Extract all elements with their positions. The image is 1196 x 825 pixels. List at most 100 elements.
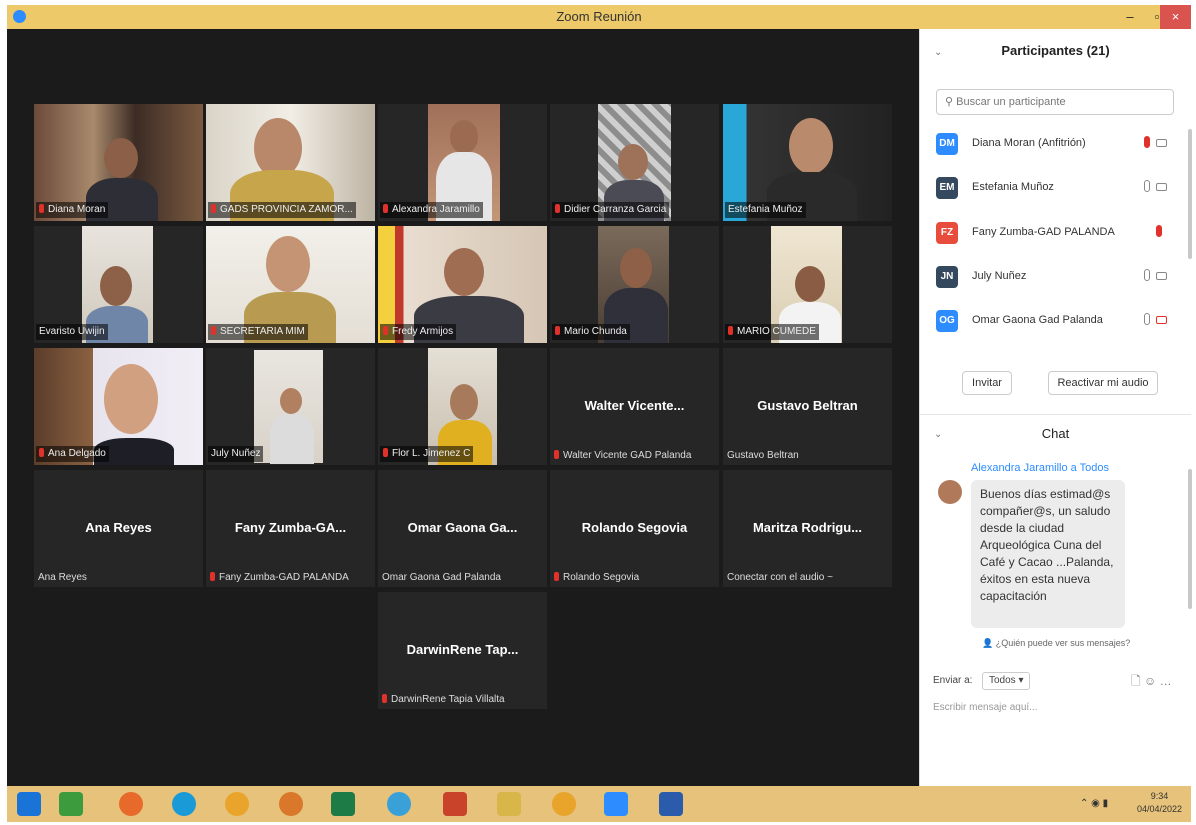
emoji-icon[interactable]: ☺ [1144, 674, 1156, 688]
participant-name: Fany Zumba-GAD PALANDA [972, 226, 1115, 238]
participant-name-tag: Ana Delgado [36, 446, 109, 462]
participant-row[interactable]: OG Omar Gaona Gad Palanda [936, 308, 1176, 334]
audio-only-tile[interactable]: Fany Zumba-GA... Fany Zumba-GAD PALANDA [206, 470, 375, 587]
edge-icon[interactable] [172, 792, 196, 816]
chrome-icon[interactable] [552, 792, 576, 816]
muted-mic-icon [39, 448, 44, 457]
audio-only-tile[interactable]: DarwinRene Tap... DarwinRene Tapia Villa… [378, 592, 547, 709]
video-tile[interactable]: Diana Moran [34, 104, 203, 221]
video-tile-active-speaker[interactable]: July Nuñez [206, 348, 375, 465]
muted-mic-icon [554, 572, 559, 581]
video-tile[interactable]: Estefania Muñoz [723, 104, 892, 221]
muted-mic-icon [211, 326, 216, 335]
invite-button[interactable]: Invitar [962, 371, 1012, 395]
word-icon[interactable] [659, 792, 683, 816]
explorer-icon[interactable] [497, 792, 521, 816]
participant-display-name: Walter Vicente... [584, 398, 685, 413]
avatar: OG [936, 310, 958, 332]
who-can-see-link[interactable]: 👤 ¿Quién puede ver sus mensajes? [982, 638, 1130, 649]
avatar: FZ [936, 222, 958, 244]
participant-row[interactable]: JN July Nuñez [936, 264, 1176, 290]
video-tile[interactable]: MARIO CUMEDE [723, 226, 892, 343]
chat-input[interactable]: Escribir mensaje aquí... [933, 702, 1038, 713]
mic-icon[interactable] [1144, 269, 1150, 281]
audio-only-tile[interactable]: Gustavo Beltran Gustavo Beltran [723, 348, 892, 465]
camera-icon[interactable] [1156, 139, 1167, 147]
participant-name-tag: Alexandra Jaramillo [380, 202, 483, 218]
video-tile[interactable]: Evaristo Uwijin [34, 226, 203, 343]
audio-only-tile[interactable]: Walter Vicente... Walter Vicente GAD Pal… [550, 348, 719, 465]
muted-mic-icon[interactable] [1156, 225, 1162, 237]
video-tile[interactable]: SECRETARIA MIM [206, 226, 375, 343]
connect-audio-label: Conectar con el audio ~ [727, 572, 833, 583]
chat-sender: Alexandra Jaramillo a Todos [971, 462, 1109, 474]
video-tile[interactable]: Ana Delgado [34, 348, 203, 465]
avatar [938, 480, 962, 504]
muted-mic-icon [39, 204, 44, 213]
participant-name-tag: Mario Chunda [552, 324, 630, 340]
clock[interactable]: 9:34 04/04/2022 [1137, 790, 1182, 816]
participant-name-tag: SECRETARIA MIM [208, 324, 308, 340]
participant-name-tag: Omar Gaona Gad Palanda [382, 572, 501, 583]
participants-scrollbar[interactable] [1188, 129, 1192, 259]
reactivate-audio-button[interactable]: Reactivar mi audio [1048, 371, 1158, 395]
participant-name-tag: Estefania Muñoz [725, 202, 806, 218]
participant-name-tag: Rolando Segovia [554, 572, 639, 583]
audio-only-tile[interactable]: Rolando Segovia Rolando Segovia [550, 470, 719, 587]
avatar: EM [936, 177, 958, 199]
firefox-icon[interactable] [119, 792, 143, 816]
gallery-view: Diana Moran GADS PROVINCIA ZAMOR... Alex… [7, 29, 919, 786]
windows-icon[interactable] [17, 792, 41, 816]
participant-row[interactable]: DM Diana Moran (Anfitrión) [936, 131, 1176, 157]
camera-off-icon[interactable] [1156, 316, 1167, 324]
participant-display-name: Gustavo Beltran [757, 398, 858, 413]
chat-message: Buenos días estimad@s compañer@s, un sal… [971, 480, 1125, 628]
chat-toolbar: 🗋 ☺ … [1131, 672, 1172, 693]
more-icon[interactable]: … [1160, 674, 1172, 688]
store-icon[interactable] [59, 792, 83, 816]
send-to-label: Enviar a: [933, 675, 973, 686]
participant-search-input[interactable]: ⚲ Buscar un participante [936, 89, 1174, 115]
chrome-icon[interactable] [225, 792, 249, 816]
participant-name-tag: Gustavo Beltran [727, 450, 799, 461]
powerpoint-icon[interactable] [443, 792, 467, 816]
chat-scrollbar[interactable] [1188, 469, 1192, 609]
audio-only-tile[interactable]: Maritza Rodrigu... Conectar con el audio… [723, 470, 892, 587]
participant-row[interactable]: FZ Fany Zumba-GAD PALANDA [936, 220, 1176, 246]
video-tile[interactable]: Didier Carranza Garcia [550, 104, 719, 221]
participant-name-tag: Didier Carranza Garcia [552, 202, 670, 218]
avatar: DM [936, 133, 958, 155]
chrome-icon[interactable] [279, 792, 303, 816]
send-to-dropdown[interactable]: Todos ▾ [982, 672, 1031, 690]
file-icon[interactable]: 🗋 [1131, 674, 1141, 688]
excel-icon[interactable] [331, 792, 355, 816]
participant-row[interactable]: EM Estefania Muñoz [936, 175, 1176, 201]
video-tile[interactable]: GADS PROVINCIA ZAMOR... [206, 104, 375, 221]
windows-taskbar: ⌃ ◉ ▮ 9:34 04/04/2022 [7, 786, 1191, 822]
mic-icon[interactable] [1144, 180, 1150, 192]
zoom-icon[interactable] [604, 792, 628, 816]
muted-mic-icon [383, 326, 388, 335]
participant-name-tag: July Nuñez [208, 446, 264, 462]
ie-icon[interactable] [387, 792, 411, 816]
minimize-button[interactable]: – [1115, 5, 1145, 29]
video-tile[interactable]: Alexandra Jaramillo [378, 104, 547, 221]
mic-icon[interactable] [1144, 313, 1150, 325]
muted-mic-icon [728, 326, 733, 335]
close-button[interactable]: × [1160, 5, 1191, 29]
system-tray[interactable]: ⌃ ◉ ▮ [1080, 798, 1108, 809]
muted-mic-icon[interactable] [1144, 136, 1150, 148]
participant-display-name: DarwinRene Tap... [406, 642, 519, 657]
video-tile[interactable]: Fredy Armijos [378, 226, 547, 343]
participant-name-tag: Fany Zumba-GAD PALANDA [210, 572, 349, 583]
participant-display-name: Fany Zumba-GA... [234, 520, 347, 535]
participant-display-name: Maritza Rodrigu... [752, 520, 863, 535]
audio-only-tile[interactable]: Ana Reyes Ana Reyes [34, 470, 203, 587]
muted-mic-icon [383, 204, 388, 213]
window-title: Zoom Reunión [556, 9, 642, 24]
video-tile[interactable]: Flor L. Jimenez C [378, 348, 547, 465]
video-tile[interactable]: Mario Chunda [550, 226, 719, 343]
camera-icon[interactable] [1156, 272, 1167, 280]
audio-only-tile[interactable]: Omar Gaona Ga... Omar Gaona Gad Palanda [378, 470, 547, 587]
camera-icon[interactable] [1156, 183, 1167, 191]
